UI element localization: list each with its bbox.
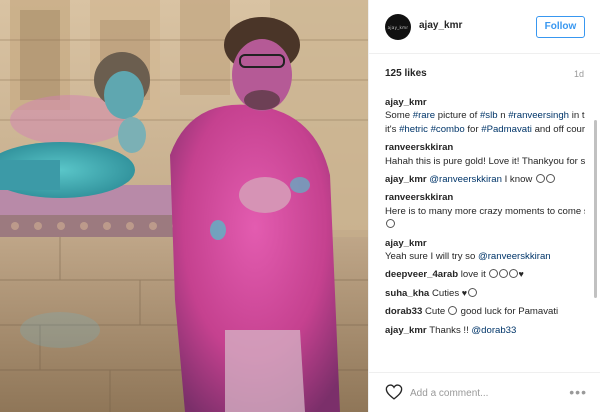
instagram-post: ajay_kmr ajay_kmr Follow 125 likes 1d aj… xyxy=(0,0,600,412)
comment-row: ranveerskkiran Here is to many more craz… xyxy=(385,191,585,231)
hashtag-link[interactable]: #combo xyxy=(431,124,465,135)
comment-username[interactable]: suha_kha xyxy=(385,288,432,299)
hashtag-link[interactable]: #hetric xyxy=(399,124,428,135)
comment-row: deepveer_4arab love it ♥ xyxy=(385,268,585,281)
comment-username[interactable]: deepveer_4arab xyxy=(385,269,461,280)
comment-text-segment: Yeah sure I will try so xyxy=(385,251,478,263)
comment-text-segment: it's xyxy=(385,123,400,135)
comment-text-segment: n xyxy=(497,110,509,122)
post-details-panel: ajay_kmr ajay_kmr Follow 125 likes 1d aj… xyxy=(368,0,600,412)
comment-container: ranveerskkiran Hahah this is pure gold! … xyxy=(385,141,585,337)
comment-username[interactable]: ajay_kmr xyxy=(385,174,429,185)
comment-username[interactable]: ajay_kmr xyxy=(385,325,429,336)
comment-text: @ranveerskkiran I know xyxy=(429,174,555,185)
comment-text-segment: Thanks !! xyxy=(429,324,472,336)
emoji-icon xyxy=(488,269,498,279)
comments-scrollbar[interactable] xyxy=(594,120,597,298)
comment-text: Cute good luck for Pamavati xyxy=(425,306,558,317)
emoji-icon xyxy=(535,174,545,184)
post-age[interactable]: 1d xyxy=(574,69,584,79)
comment-text-segment: picture of xyxy=(435,110,480,122)
avatar-text: ajay_kmr xyxy=(387,24,409,30)
comments-list[interactable]: ajay_kmr Some #rare picture of #slb n #r… xyxy=(385,96,585,368)
comment-text-segment: and off course for xyxy=(534,123,585,135)
comment-text-segment: Here is to many more crazy moments to co… xyxy=(385,205,585,217)
mention-link[interactable]: @ranveerskkiran xyxy=(478,251,551,262)
avatar[interactable]: ajay_kmr xyxy=(385,14,411,40)
caption-text: Some #rare picture of #slb n #ranveersin… xyxy=(385,110,585,134)
follow-button[interactable]: Follow xyxy=(536,16,585,38)
emoji-icon xyxy=(467,287,477,297)
comment-footer: ••• xyxy=(369,372,600,412)
hashtag-link[interactable]: #Padmavati xyxy=(481,124,532,135)
comment-text-segment: Some xyxy=(385,110,413,122)
post-photo[interactable] xyxy=(0,0,368,412)
comment-text-segment: love it xyxy=(460,269,489,281)
mention-link[interactable]: @dorab33 xyxy=(471,325,516,336)
comment-text: Thanks !! @dorab33 xyxy=(429,325,516,336)
emoji-icon xyxy=(545,174,555,184)
emoji-icon xyxy=(385,219,395,229)
comment-text-segment: for xyxy=(464,123,482,135)
comment-text: Cuties ♥ xyxy=(431,287,477,299)
post-header: ajay_kmr ajay_kmr Follow xyxy=(369,0,600,54)
comment-username[interactable]: ranveerskkiran xyxy=(385,142,453,153)
comment-row: suha_kha Cuties ♥ xyxy=(385,287,585,300)
emoji-icon xyxy=(498,269,508,279)
comment-username[interactable]: ajay_kmr xyxy=(385,97,427,108)
comment-text-segment: Hahah this is pure gold! Love it! Thanky… xyxy=(385,155,585,167)
comment-text-segment: in the xyxy=(571,110,585,122)
comment-username[interactable]: dorab33 xyxy=(385,306,425,317)
emoji-icon xyxy=(448,306,458,316)
comment-row: ajay_kmr Thanks !! @dorab33 xyxy=(385,324,585,337)
mention-link[interactable]: @ranveerskkiran xyxy=(429,174,502,185)
comment-username[interactable]: ranveerskkiran xyxy=(385,192,453,203)
comment-row: ajay_kmr @ranveerskkiran I know xyxy=(385,173,585,186)
comment-text: love it ♥ xyxy=(461,269,524,280)
heart-outline-icon[interactable] xyxy=(385,384,403,400)
comment-text-segment: Cuties xyxy=(431,287,462,299)
comment-row: ranveerskkiran Hahah this is pure gold! … xyxy=(385,141,585,168)
heart-emoji-icon: ♥ xyxy=(518,269,524,280)
heart-emoji-icon: ♥ xyxy=(461,287,468,298)
comment-row: ajay_kmr Yeah sure I will try so @ranvee… xyxy=(385,237,585,264)
comment-text-segment: I know xyxy=(501,174,535,186)
username-link[interactable]: ajay_kmr xyxy=(419,20,462,31)
more-options-icon[interactable]: ••• xyxy=(569,385,587,399)
emoji-icon xyxy=(508,269,518,279)
comment-username[interactable]: ajay_kmr xyxy=(385,238,427,249)
comment-text: Here is to many more crazy moments to co… xyxy=(385,206,585,230)
hashtag-link[interactable]: #rare xyxy=(413,110,435,121)
comment-row: dorab33 Cute good luck for Pamavati xyxy=(385,305,585,318)
photo-illustration xyxy=(0,0,368,412)
hashtag-link[interactable]: #ranveersingh xyxy=(508,110,569,121)
caption: ajay_kmr Some #rare picture of #slb n #r… xyxy=(385,96,585,136)
add-comment-input[interactable] xyxy=(410,386,560,400)
comment-text: Hahah this is pure gold! Love it! Thanky… xyxy=(385,156,585,167)
comment-text: Yeah sure I will try so @ranveerskkiran xyxy=(385,251,551,262)
likes-count[interactable]: 125 likes xyxy=(385,68,427,79)
comment-text-segment: good luck for Pamavati xyxy=(457,306,559,318)
comment-text-segment: Cute xyxy=(425,306,448,318)
hashtag-link[interactable]: #slb xyxy=(480,110,498,121)
